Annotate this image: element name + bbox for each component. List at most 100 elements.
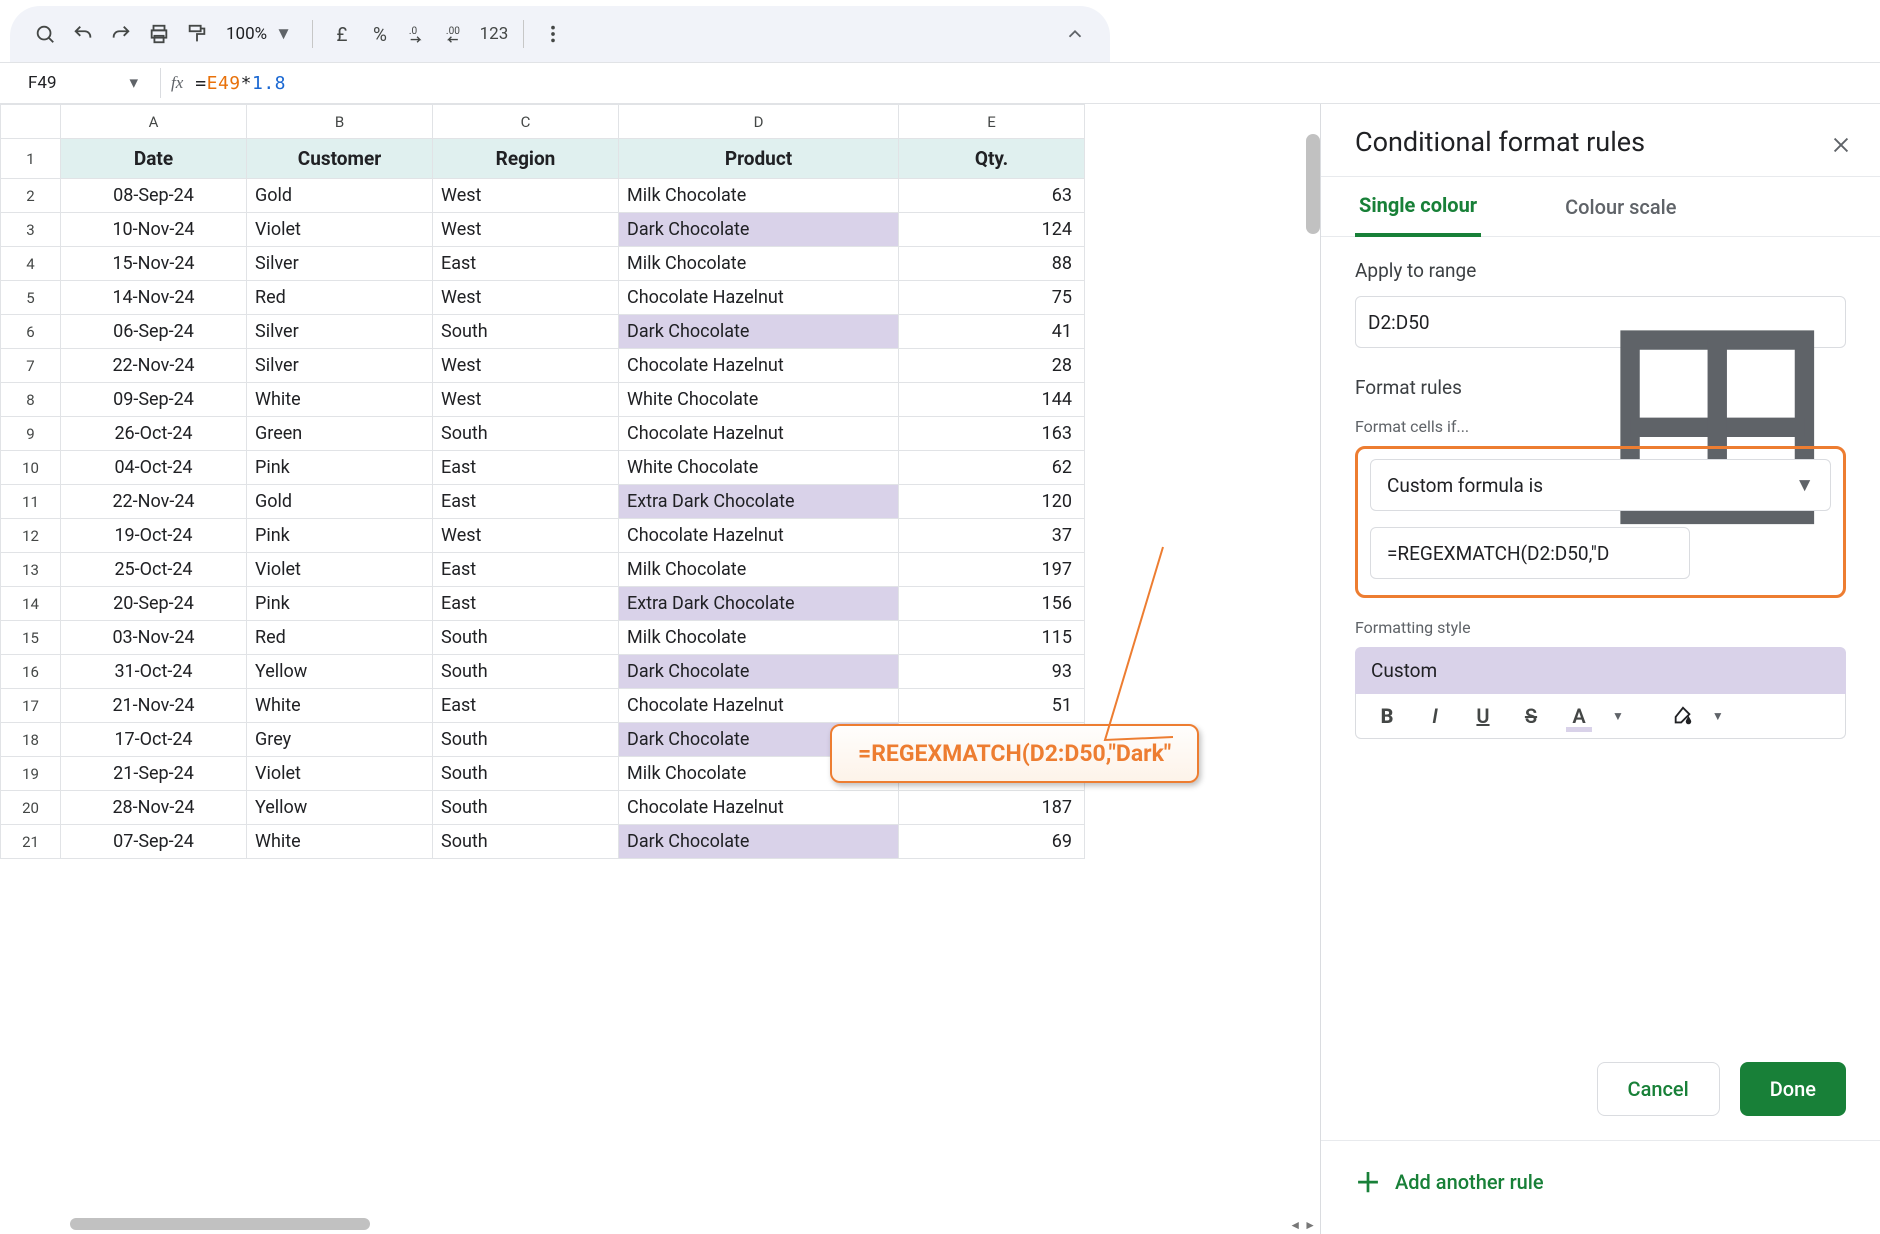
cell[interactable]: 37 <box>899 519 1085 553</box>
cell[interactable]: 08-Sep-24 <box>61 179 247 213</box>
header-cell[interactable]: Date <box>61 139 247 179</box>
cell[interactable]: 22-Nov-24 <box>61 485 247 519</box>
collapse-toolbar-button[interactable] <box>1058 17 1092 51</box>
cell[interactable]: White <box>247 825 433 859</box>
select-all-cell[interactable] <box>1 105 61 139</box>
cell[interactable]: 197 <box>899 553 1085 587</box>
chevron-down-icon[interactable]: ▼ <box>1712 709 1724 723</box>
name-box[interactable]: F49 ▾ <box>10 73 150 93</box>
scroll-arrows[interactable]: ◄ ► <box>1289 1218 1316 1232</box>
cell[interactable]: 19-Oct-24 <box>61 519 247 553</box>
cell[interactable]: 28 <box>899 349 1085 383</box>
italic-button[interactable]: I <box>1420 704 1450 728</box>
cell[interactable]: 69 <box>899 825 1085 859</box>
cell[interactable]: 75 <box>899 281 1085 315</box>
cell[interactable]: Chocolate Hazelnut <box>619 791 899 825</box>
number-format-button[interactable]: 123 <box>477 17 511 51</box>
row-header[interactable]: 5 <box>1 281 61 315</box>
condition-select[interactable]: Custom formula is ▼ <box>1370 459 1831 511</box>
header-cell[interactable]: Customer <box>247 139 433 179</box>
cell[interactable]: Chocolate Hazelnut <box>619 689 899 723</box>
cell[interactable]: Pink <box>247 519 433 553</box>
cell[interactable]: 04-Oct-24 <box>61 451 247 485</box>
cell[interactable]: Violet <box>247 213 433 247</box>
cell[interactable]: Dark Chocolate <box>619 213 899 247</box>
paint-format-button[interactable] <box>180 17 214 51</box>
cell[interactable]: 25-Oct-24 <box>61 553 247 587</box>
zoom-select[interactable]: 100% ▼ <box>218 24 300 44</box>
row-header[interactable]: 2 <box>1 179 61 213</box>
search-icon[interactable] <box>28 17 62 51</box>
cell[interactable]: Grey <box>247 723 433 757</box>
cell[interactable]: 06-Sep-24 <box>61 315 247 349</box>
decrease-decimal-button[interactable]: .0 <box>401 17 435 51</box>
header-cell[interactable]: Product <box>619 139 899 179</box>
horizontal-scrollbar[interactable] <box>70 1218 370 1230</box>
cell[interactable]: West <box>433 213 619 247</box>
row-header[interactable]: 15 <box>1 621 61 655</box>
cell[interactable]: East <box>433 689 619 723</box>
print-button[interactable] <box>142 17 176 51</box>
row-header[interactable]: 4 <box>1 247 61 281</box>
column-header[interactable]: B <box>247 105 433 139</box>
cell[interactable]: 21-Nov-24 <box>61 689 247 723</box>
cell[interactable]: Violet <box>247 757 433 791</box>
cell[interactable]: 28-Nov-24 <box>61 791 247 825</box>
tab-single-colour[interactable]: Single colour <box>1355 177 1481 237</box>
cell[interactable]: 63 <box>899 179 1085 213</box>
cell[interactable]: 26-Oct-24 <box>61 417 247 451</box>
row-header[interactable]: 1 <box>1 139 61 179</box>
cell[interactable]: Pink <box>247 587 433 621</box>
cell[interactable]: Extra Dark Chocolate <box>619 485 899 519</box>
cell[interactable]: Pink <box>247 451 433 485</box>
cell[interactable]: Silver <box>247 349 433 383</box>
cell[interactable]: White Chocolate <box>619 383 899 417</box>
cell[interactable]: West <box>433 179 619 213</box>
currency-format-button[interactable]: £ <box>325 17 359 51</box>
cell[interactable]: Dark Chocolate <box>619 825 899 859</box>
row-header[interactable]: 21 <box>1 825 61 859</box>
increase-decimal-button[interactable]: .00 <box>439 17 473 51</box>
row-header[interactable]: 8 <box>1 383 61 417</box>
close-icon[interactable] <box>1830 131 1852 153</box>
add-another-rule-button[interactable]: ＋ Add another rule <box>1321 1141 1880 1222</box>
range-input[interactable]: D2:D50 <box>1355 296 1846 348</box>
cell[interactable]: Dark Chocolate <box>619 655 899 689</box>
cell[interactable]: West <box>433 519 619 553</box>
cell[interactable]: 07-Sep-24 <box>61 825 247 859</box>
cell[interactable]: 17-Oct-24 <box>61 723 247 757</box>
cell[interactable]: Silver <box>247 315 433 349</box>
cell[interactable]: Gold <box>247 485 433 519</box>
cell[interactable]: Yellow <box>247 655 433 689</box>
cell[interactable]: West <box>433 383 619 417</box>
cell[interactable]: South <box>433 723 619 757</box>
row-header[interactable]: 12 <box>1 519 61 553</box>
cell[interactable]: Milk Chocolate <box>619 621 899 655</box>
row-header[interactable]: 7 <box>1 349 61 383</box>
underline-button[interactable]: U <box>1468 704 1498 728</box>
cell[interactable]: Green <box>247 417 433 451</box>
cell[interactable]: 51 <box>899 689 1085 723</box>
cell[interactable]: 31-Oct-24 <box>61 655 247 689</box>
cell[interactable]: South <box>433 825 619 859</box>
cell[interactable]: White Chocolate <box>619 451 899 485</box>
row-header[interactable]: 20 <box>1 791 61 825</box>
cell[interactable]: 144 <box>899 383 1085 417</box>
cell[interactable]: Violet <box>247 553 433 587</box>
strikethrough-button[interactable]: S <box>1516 704 1546 728</box>
cell[interactable]: 15-Nov-24 <box>61 247 247 281</box>
cell[interactable]: 187 <box>899 791 1085 825</box>
row-header[interactable]: 17 <box>1 689 61 723</box>
column-header[interactable]: D <box>619 105 899 139</box>
cell[interactable]: South <box>433 655 619 689</box>
undo-button[interactable] <box>66 17 100 51</box>
cell[interactable]: Chocolate Hazelnut <box>619 281 899 315</box>
text-color-button[interactable]: A <box>1564 704 1594 728</box>
cell[interactable]: East <box>433 247 619 281</box>
cell[interactable]: 41 <box>899 315 1085 349</box>
header-cell[interactable]: Qty. <box>899 139 1085 179</box>
cell[interactable]: East <box>433 451 619 485</box>
cell[interactable]: South <box>433 417 619 451</box>
cell[interactable]: South <box>433 757 619 791</box>
cell[interactable]: White <box>247 383 433 417</box>
